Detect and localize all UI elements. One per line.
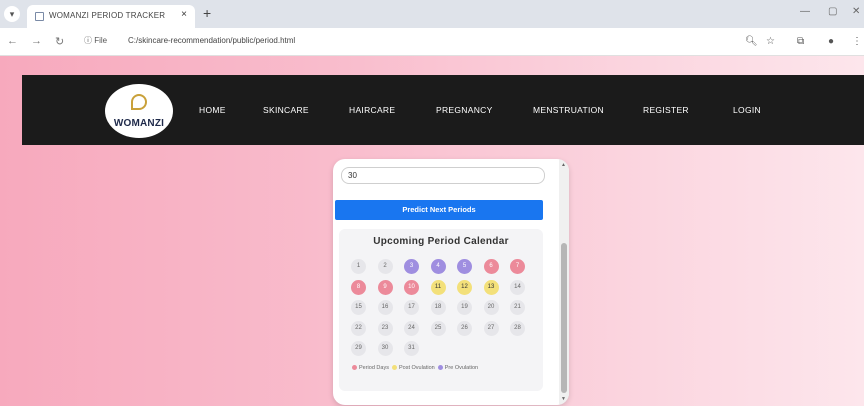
calendar-day: 2 — [377, 259, 393, 274]
nav-link-home[interactable]: HOME — [199, 105, 226, 115]
predict-next-periods-button[interactable]: Predict Next Periods — [335, 200, 543, 220]
profile-icon[interactable]: ● — [828, 36, 834, 47]
nav-link-login[interactable]: LOGIN — [733, 105, 761, 115]
nav-link-haircare[interactable]: HAIRCARE — [349, 105, 395, 115]
legend-post-ovulation-label: Post Ovulation — [398, 365, 435, 371]
calendar-day: 8 — [351, 279, 366, 295]
tab-search-button[interactable]: ▾ — [4, 6, 20, 22]
legend-period-label: Period Days — [359, 365, 389, 371]
zoom-icon[interactable]: 🔍︎ — [745, 36, 758, 47]
calendar-day: 15 — [351, 300, 366, 315]
calendar-day: 23 — [377, 320, 393, 336]
calendar-day: 1 — [351, 259, 366, 274]
calendar-day: 12 — [457, 279, 472, 295]
period-legend-dot-icon — [352, 365, 357, 371]
calendar-legend: Period Days Post Ovulation Pre Ovulation — [349, 365, 478, 371]
url-text: C:/skincare-recommendation/public/period… — [128, 36, 296, 45]
calendar-day: 24 — [404, 320, 419, 336]
tab-title: WOMANZI PERIOD TRACKER — [49, 11, 166, 20]
legend-pre-ovulation-label: Pre Ovulation — [444, 365, 479, 371]
calendar-day: 13 — [483, 279, 499, 295]
back-icon[interactable]: ← — [7, 35, 18, 47]
reload-icon[interactable]: ↻ — [55, 35, 64, 48]
site-logo[interactable]: WOMANZI — [105, 84, 173, 138]
calendar-day: 31 — [404, 341, 419, 356]
scroll-up-icon[interactable]: ▲ — [561, 162, 566, 168]
minimize-icon[interactable]: — — [800, 6, 810, 17]
calendar-day: 28 — [510, 320, 525, 336]
file-info-chip[interactable]: ⓘ File — [84, 35, 107, 46]
page-body: WOMANZI HOME SKINCARE HAIRCARE PREGNANCY… — [0, 56, 864, 406]
calendar-day: 16 — [377, 300, 393, 315]
calendar-day: 20 — [483, 300, 499, 315]
nav-link-menstruation[interactable]: MENSTRUATION — [533, 105, 604, 115]
card-scrollbar[interactable]: ▲ ▼ — [559, 159, 569, 405]
period-tracker-card: 30 Predict Next Periods Upcoming Period … — [333, 159, 569, 405]
calendar-day: 19 — [457, 300, 472, 315]
calendar-day: 3 — [404, 259, 419, 274]
browser-tab-bar: ▾ WOMANZI PERIOD TRACKER × + — ▢ ✕ — [0, 0, 864, 28]
url-field[interactable]: ⓘ File C:/skincare-recommendation/public… — [78, 32, 778, 52]
pre-ovulation-legend-dot-icon — [437, 365, 443, 371]
nav-link-skincare[interactable]: SKINCARE — [263, 105, 309, 115]
calendar-day: 26 — [457, 320, 472, 336]
nav-link-pregnancy[interactable]: PREGNANCY — [436, 105, 493, 115]
calendar-day: 7 — [510, 259, 525, 274]
calendar-day: 17 — [404, 300, 419, 315]
address-bar: ← → ↻ ⓘ File C:/skincare-recommendation/… — [0, 28, 864, 56]
calendar-day: 21 — [510, 300, 525, 315]
nav-link-register[interactable]: REGISTER — [643, 105, 689, 115]
maximize-icon[interactable]: ▢ — [828, 6, 837, 17]
calendar-day: 5 — [457, 259, 472, 274]
calendar-day: 18 — [430, 300, 446, 315]
menu-icon[interactable]: ⋮ — [852, 36, 862, 47]
calendar-day: 22 — [351, 320, 366, 336]
calendar-day: 6 — [483, 259, 499, 274]
browser-tab[interactable]: WOMANZI PERIOD TRACKER × — [27, 5, 195, 28]
bookmark-star-icon[interactable]: ☆ — [766, 36, 775, 47]
calendar-day: 9 — [377, 279, 393, 295]
calendar-day: 11 — [430, 279, 446, 295]
calendar-day: 4 — [430, 259, 446, 274]
close-window-icon[interactable]: ✕ — [852, 6, 860, 17]
post-ovulation-legend-dot-icon — [391, 365, 397, 371]
calendar-day: 25 — [430, 320, 446, 336]
calendar-day: 10 — [404, 279, 419, 295]
tab-close-icon[interactable]: × — [181, 9, 187, 20]
calendar-day: 29 — [351, 341, 366, 356]
scrollbar-thumb[interactable] — [561, 243, 567, 393]
calendar-day: 30 — [377, 341, 393, 356]
calendar-title: Upcoming Period Calendar — [373, 236, 509, 247]
tab-favicon-icon — [35, 12, 44, 21]
logo-text: WOMANZI — [113, 118, 165, 129]
period-calendar: Upcoming Period Calendar 1 2 3 4 5 6 7 8 9 10 11 12… — [339, 229, 543, 391]
logo-leaf-icon — [131, 94, 147, 110]
scroll-down-icon[interactable]: ▼ — [561, 396, 566, 402]
extensions-icon[interactable]: ⧉ — [797, 36, 804, 47]
forward-icon[interactable]: → — [31, 35, 42, 47]
new-tab-button[interactable]: + — [203, 5, 211, 21]
site-navbar: WOMANZI HOME SKINCARE HAIRCARE PREGNANCY… — [22, 75, 864, 145]
calendar-day: 14 — [510, 279, 525, 295]
calendar-day: 27 — [483, 320, 499, 336]
cycle-length-input[interactable]: 30 — [341, 167, 545, 184]
